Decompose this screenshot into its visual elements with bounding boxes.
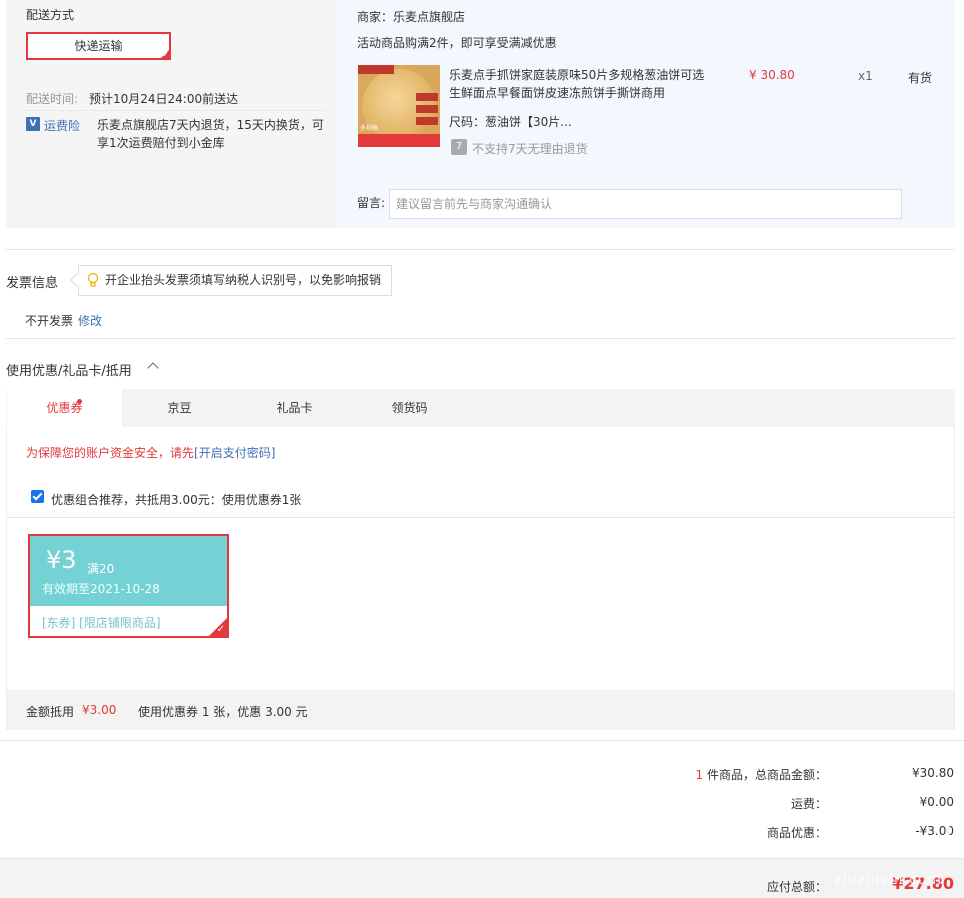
coupon-validity: 有效期至2021-10-28 — [42, 582, 160, 596]
no-return-text: 不支持7天无理由退货 — [472, 142, 588, 156]
product-stock: 有货 — [908, 71, 933, 85]
tab-label: 领货码 — [391, 401, 428, 415]
no-return-icon: 7 — [451, 139, 467, 155]
image-tag — [416, 117, 438, 125]
invoice-title: 发票信息 — [6, 276, 59, 291]
promo-text: 活动商品购满2件，即可享受满减优惠 — [357, 36, 557, 50]
coupon-amount: ¥3 — [46, 546, 77, 574]
image-banner — [358, 134, 440, 147]
shipping-fee-amount: ¥0.00 — [919, 795, 954, 809]
combo-checkbox[interactable] — [31, 490, 44, 503]
notification-dot — [77, 399, 82, 404]
product-image[interactable]: 多规格 — [358, 65, 440, 147]
coupon-summary-detail: 使用优惠券 1 张，优惠 3.00 元 — [138, 705, 308, 719]
invoice-status: 不开发票 — [25, 314, 74, 328]
invoice-edit-link[interactable]: 修改 — [78, 312, 102, 329]
total-goods-amount: ¥30.80 — [912, 766, 954, 780]
image-tag — [416, 93, 438, 101]
shipping-method-label: 快递运输 — [74, 39, 123, 53]
message-label: 留言: — [357, 196, 386, 210]
tab-gift-card[interactable]: 礼品卡 — [237, 389, 352, 427]
image-tag — [416, 105, 438, 113]
payable-label: 应付总额： — [766, 880, 827, 894]
image-tag — [358, 65, 394, 74]
divider — [26, 110, 326, 111]
product-title[interactable]: 乐麦点手抓饼家庭装原味50片多规格葱油饼可选生鲜面点早餐面饼皮速冻煎饼手撕饼商用 — [449, 66, 709, 102]
shipping-insurance-desc: 乐麦点旗舰店7天内退货，15天内换货，可享1次运费赔付到小金库 — [97, 118, 324, 150]
coupon-summary-amount: ¥3.00 — [82, 703, 117, 717]
product-price: ¥ 30.80 — [749, 68, 795, 82]
divider — [6, 249, 955, 250]
shipping-fee-label: 运费： — [790, 797, 827, 811]
warning-text: 为保障您的账户资金安全，请先 — [26, 446, 195, 460]
shipping-insurance-link[interactable]: 运费险 — [44, 117, 80, 134]
shipping-time-label: 配送时间: — [26, 92, 79, 106]
coupon-card[interactable]: ¥3 满20 有效期至2021-10-28 [东券] [限店铺限商品] ✓ — [28, 534, 229, 638]
merchant-name: 商家：乐麦点旗舰店 — [357, 10, 466, 24]
combo-label: 优惠组合推荐，共抵用3.00元：使用优惠券1张 — [51, 493, 302, 507]
coupon-condition: 满20 — [87, 562, 115, 576]
total-goods-label: 1 件商品，总商品金额： — [696, 766, 827, 783]
coupon-summary-label: 金额抵用 — [26, 705, 75, 719]
divider — [7, 517, 954, 518]
tab-redeem-code[interactable]: 领货码 — [352, 389, 467, 427]
tab-label: 京豆 — [167, 401, 192, 415]
product-size: 尺码：葱油饼【30片... — [449, 115, 572, 129]
watermark-text: zhizhizhi.com — [834, 872, 942, 888]
check-icon: ✓ — [216, 624, 225, 635]
image-label: 多规格 — [360, 125, 379, 132]
shipping-time-value: 预计10月24日24:00前送达 — [89, 92, 239, 106]
invoice-tip: 开企业抬头发票须填写纳税人识别号，以免影响报销 — [78, 265, 392, 296]
tab-label: 礼品卡 — [276, 401, 313, 415]
coupon-tags: [东券] [限店铺限商品] — [42, 616, 161, 630]
divider — [6, 338, 955, 339]
lightbulb-icon — [87, 273, 99, 287]
shield-icon: V — [26, 117, 40, 131]
watermark-logo — [818, 820, 950, 856]
divider — [0, 740, 964, 741]
product-quantity: x1 — [858, 69, 873, 83]
check-icon: ✓ — [162, 50, 169, 59]
item-count-suffix: 件商品，总商品金额： — [703, 768, 827, 782]
tab-jingdou[interactable]: 京豆 — [122, 389, 237, 427]
shipping-section-label: 配送方式 — [26, 8, 75, 22]
tab-coupon[interactable]: 优惠券 — [7, 389, 122, 427]
message-input[interactable] — [389, 189, 902, 219]
security-warning: 为保障您的账户资金安全，请先[开启支付密码] — [26, 444, 275, 461]
enable-payment-password-link[interactable]: [开启支付密码] — [194, 446, 275, 460]
coupon-section-title[interactable]: 使用优惠/礼品卡/抵用 — [6, 360, 132, 379]
shipping-method-button[interactable]: 快递运输 ✓ — [26, 32, 171, 60]
chevron-up-icon[interactable] — [147, 362, 159, 374]
